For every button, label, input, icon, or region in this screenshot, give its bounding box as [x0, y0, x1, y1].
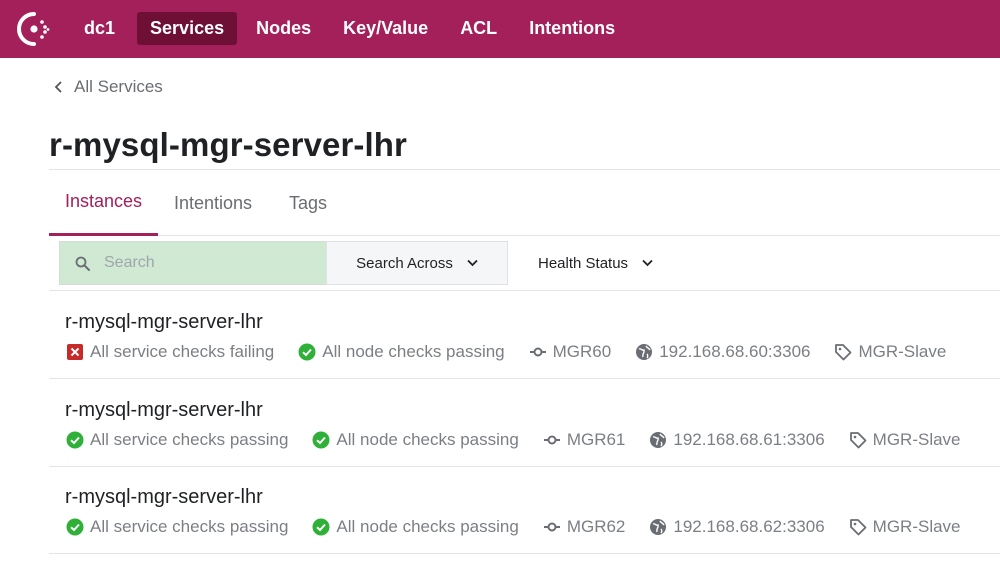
tag-icon: [849, 519, 867, 536]
top-nav-bar: dc1 Services Nodes Key/Value ACL Intenti…: [0, 0, 1000, 58]
instance-row[interactable]: r-mysql-mgr-server-lhr All service check…: [49, 291, 1000, 379]
tab-bar: Instances Intentions Tags: [49, 169, 1000, 236]
chevron-down-icon: [467, 259, 478, 267]
breadcrumb-all-services[interactable]: All Services: [74, 77, 163, 97]
search-across-label: Search Across: [356, 254, 453, 272]
instance-meta: All service checks passing All node chec…: [66, 517, 985, 537]
consul-logo-icon[interactable]: [16, 11, 54, 47]
tab-instances[interactable]: Instances: [49, 170, 159, 236]
instance-node: MGR61: [543, 430, 625, 450]
instance-address: 192.168.68.60:3306: [635, 342, 810, 362]
health-status-label: Health Status: [538, 254, 629, 272]
instance-node: MGR60: [529, 342, 611, 362]
check-circle-icon: [66, 431, 84, 449]
check-circle-icon: [298, 343, 316, 361]
instance-meta: All service checks passing All node chec…: [66, 430, 985, 450]
nav-intentions[interactable]: Intentions: [516, 12, 628, 45]
chevron-down-icon: [642, 259, 653, 267]
instance-row[interactable]: r-mysql-mgr-server-lhr All service check…: [49, 379, 1000, 467]
search-across-dropdown[interactable]: Search Across: [326, 241, 508, 285]
globe-icon: [650, 519, 667, 535]
instance-tag: MGR-Slave: [834, 342, 946, 362]
search-input[interactable]: [104, 254, 304, 272]
search-icon: [75, 256, 90, 271]
instance-address: 192.168.68.62:3306: [649, 517, 825, 537]
service-checks-status: All service checks passing: [66, 430, 288, 450]
instance-row[interactable]: r-mysql-mgr-server-lhr All service check…: [49, 466, 1000, 554]
search-box[interactable]: [59, 241, 326, 285]
node-checks-status: All node checks passing: [312, 517, 519, 537]
tab-intentions[interactable]: Intentions: [174, 170, 252, 236]
tab-tags[interactable]: Tags: [289, 170, 327, 236]
check-circle-icon: [66, 518, 84, 536]
node-icon: [529, 347, 546, 357]
node-icon: [543, 522, 560, 532]
check-circle-icon: [312, 518, 330, 536]
filter-bar: Search Across Health Status: [59, 241, 667, 285]
health-status-dropdown[interactable]: Health Status: [524, 241, 667, 285]
nav-key-value[interactable]: Key/Value: [330, 12, 441, 45]
nav-nodes[interactable]: Nodes: [243, 12, 324, 45]
x-square-icon: [67, 344, 83, 360]
page-title: r-mysql-mgr-server-lhr: [49, 126, 407, 163]
nav-acl[interactable]: ACL: [447, 12, 510, 45]
node-checks-status: All node checks passing: [312, 430, 519, 450]
instance-name[interactable]: r-mysql-mgr-server-lhr: [65, 311, 263, 334]
chevron-left-icon: [54, 81, 62, 93]
node-checks-status: All node checks passing: [298, 342, 505, 362]
instance-name[interactable]: r-mysql-mgr-server-lhr: [65, 399, 263, 422]
globe-icon: [636, 344, 653, 360]
nav-datacenter[interactable]: dc1: [71, 12, 131, 45]
nav-services[interactable]: Services: [137, 12, 238, 45]
service-checks-status: All service checks passing: [66, 517, 288, 537]
instance-tag: MGR-Slave: [849, 430, 961, 450]
node-icon: [543, 435, 560, 445]
instance-tag: MGR-Slave: [849, 517, 961, 537]
instance-name[interactable]: r-mysql-mgr-server-lhr: [65, 486, 263, 509]
breadcrumb[interactable]: All Services: [54, 77, 163, 97]
main-nav: dc1 Services Nodes Key/Value ACL Intenti…: [71, 12, 628, 45]
tag-icon: [835, 344, 852, 361]
instance-meta: All service checks failing All node chec…: [66, 342, 970, 362]
instance-node: MGR62: [543, 517, 625, 537]
check-circle-icon: [312, 431, 330, 449]
tag-icon: [849, 432, 867, 449]
globe-icon: [650, 432, 667, 448]
instance-address: 192.168.68.61:3306: [649, 430, 825, 450]
service-checks-status: All service checks failing: [66, 342, 274, 362]
